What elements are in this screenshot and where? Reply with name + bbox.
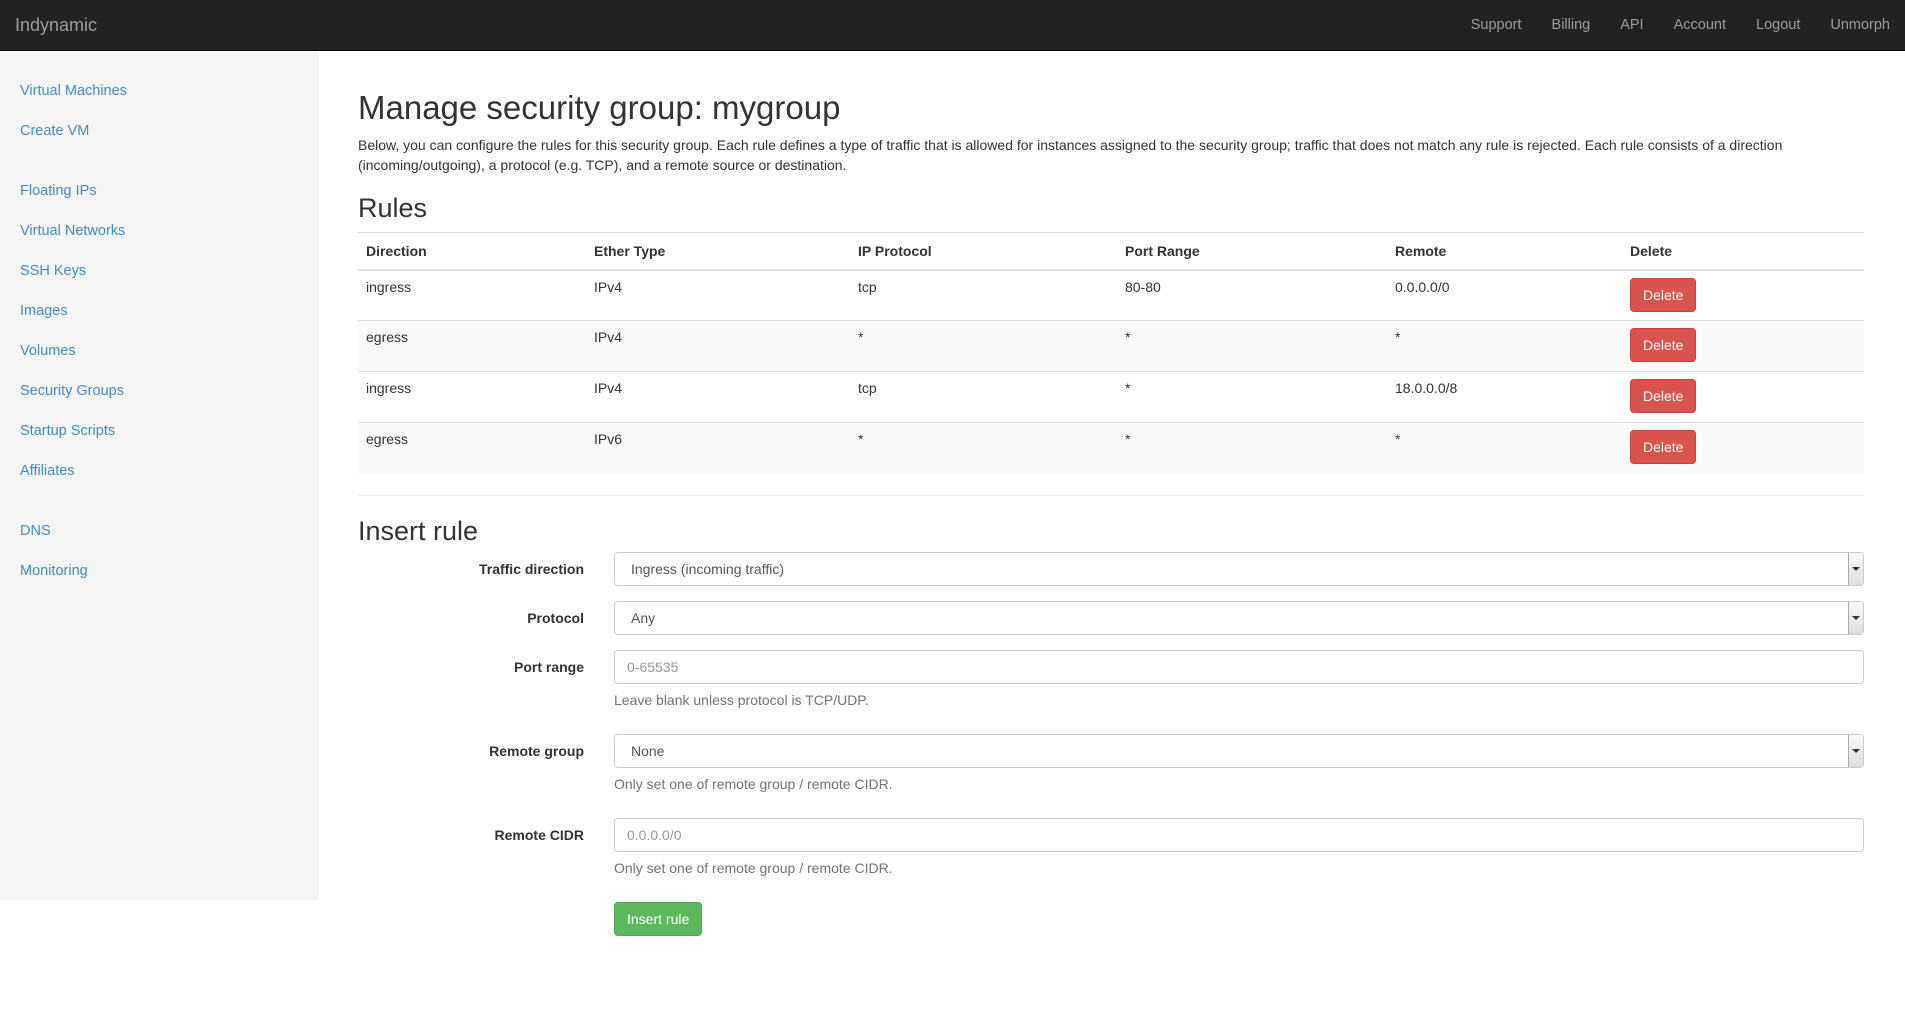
sidebar-item-images[interactable]: Images bbox=[0, 291, 317, 331]
remote-group-value: None bbox=[631, 742, 665, 759]
sidebar-item-virtual-networks[interactable]: Virtual Networks bbox=[0, 211, 317, 251]
nav-api[interactable]: API bbox=[1605, 0, 1658, 50]
cell-remote: * bbox=[1387, 320, 1622, 372]
dropdown-arrow-icon bbox=[1848, 601, 1863, 634]
remote-group-select[interactable]: None bbox=[614, 733, 1864, 768]
cell-direction: egress bbox=[358, 422, 586, 474]
sidebar-item-create-vm[interactable]: Create VM bbox=[0, 111, 317, 151]
insert-rule-button[interactable]: Insert rule bbox=[614, 901, 703, 936]
dropdown-arrow-icon bbox=[1848, 552, 1863, 585]
protocol-label: Protocol bbox=[527, 609, 584, 626]
cell-protocol: tcp bbox=[850, 269, 1117, 321]
traffic-direction-label: Traffic direction bbox=[478, 560, 584, 577]
sidebar-item-virtual-machines[interactable]: Virtual Machines bbox=[0, 71, 317, 111]
table-row: ingress IPv4 tcp 80-80 0.0.0.0/0 Delete bbox=[358, 269, 1864, 321]
remote-cidr-help: Only set one of remote group / remote CI… bbox=[614, 859, 893, 876]
remote-cidr-label: Remote CIDR bbox=[494, 826, 584, 843]
remote-cidr-input[interactable] bbox=[614, 817, 1864, 852]
cell-ether-type: IPv4 bbox=[586, 269, 850, 321]
cell-delete: Delete bbox=[1622, 269, 1864, 321]
cell-protocol: * bbox=[850, 422, 1117, 474]
delete-button[interactable]: Delete bbox=[1630, 277, 1697, 312]
top-navbar: Indynamic Support Billing API Account Lo… bbox=[0, 0, 1905, 51]
col-ip-protocol: IP Protocol bbox=[850, 232, 1117, 271]
nav-billing[interactable]: Billing bbox=[1537, 0, 1606, 50]
sidebar-item-ssh-keys[interactable]: SSH Keys bbox=[0, 251, 317, 291]
cell-port-range: * bbox=[1117, 371, 1387, 423]
cell-remote: 18.0.0.0/8 bbox=[1387, 371, 1622, 423]
table-row: ingress IPv4 tcp * 18.0.0.0/8 Delete bbox=[358, 371, 1864, 423]
nav-unmorph[interactable]: Unmorph bbox=[1815, 0, 1905, 50]
sidebar-item-floating-ips[interactable]: Floating IPs bbox=[0, 171, 317, 211]
table-row: egress IPv6 * * * Delete bbox=[358, 422, 1864, 474]
port-range-input[interactable] bbox=[614, 649, 1864, 684]
remote-group-help: Only set one of remote group / remote CI… bbox=[614, 775, 893, 792]
delete-button[interactable]: Delete bbox=[1630, 430, 1697, 464]
sidebar-group-vms: Virtual Machines Create VM bbox=[0, 71, 317, 151]
remote-group-label: Remote group bbox=[489, 742, 584, 759]
cell-delete: Delete bbox=[1622, 371, 1864, 423]
sidebar: Virtual Machines Create VM Floating IPs … bbox=[0, 51, 318, 900]
dropdown-arrow-icon bbox=[1848, 734, 1863, 767]
sidebar-item-volumes[interactable]: Volumes bbox=[0, 331, 317, 371]
cell-port-range: 80-80 bbox=[1117, 269, 1387, 321]
rules-table: Direction Ether Type IP Protocol Port Ra… bbox=[358, 232, 1864, 474]
table-row: egress IPv4 * * * Delete bbox=[358, 320, 1864, 372]
cell-remote: * bbox=[1387, 422, 1622, 474]
navbar-links: Support Billing API Account Logout Unmor… bbox=[1456, 0, 1905, 50]
sidebar-group-services: DNS Monitoring bbox=[0, 511, 317, 591]
cell-remote: 0.0.0.0/0 bbox=[1387, 269, 1622, 321]
table-header-row: Direction Ether Type IP Protocol Port Ra… bbox=[358, 232, 1864, 271]
cell-port-range: * bbox=[1117, 422, 1387, 474]
page-title: Manage security group: mygroup bbox=[358, 89, 841, 126]
col-remote: Remote bbox=[1387, 232, 1622, 271]
nav-support[interactable]: Support bbox=[1456, 0, 1537, 50]
traffic-direction-select[interactable]: Ingress (incoming traffic) bbox=[614, 551, 1864, 586]
cell-direction: ingress bbox=[358, 269, 586, 321]
cell-direction: ingress bbox=[358, 371, 586, 423]
sidebar-item-startup-scripts[interactable]: Startup Scripts bbox=[0, 411, 317, 451]
protocol-select[interactable]: Any bbox=[614, 600, 1864, 635]
sidebar-item-monitoring[interactable]: Monitoring bbox=[0, 551, 317, 591]
col-direction: Direction bbox=[358, 232, 586, 271]
protocol-value: Any bbox=[631, 609, 656, 626]
brand-link[interactable]: Indynamic bbox=[15, 0, 97, 50]
cell-delete: Delete bbox=[1622, 422, 1864, 474]
delete-button[interactable]: Delete bbox=[1630, 379, 1697, 413]
cell-protocol: * bbox=[850, 320, 1117, 372]
cell-direction: egress bbox=[358, 320, 586, 372]
rules-heading: Rules bbox=[358, 193, 428, 223]
page-intro: Below, you can configure the rules for t… bbox=[358, 137, 1783, 173]
insert-rule-heading: Insert rule bbox=[358, 515, 479, 546]
cell-protocol: tcp bbox=[850, 371, 1117, 423]
cell-ether-type: IPv6 bbox=[586, 422, 850, 474]
port-range-label: Port range bbox=[513, 658, 584, 675]
cell-delete: Delete bbox=[1622, 320, 1864, 372]
cell-ether-type: IPv4 bbox=[586, 320, 850, 372]
col-ether-type: Ether Type bbox=[586, 232, 850, 271]
sidebar-group-resources: Floating IPs Virtual Networks SSH Keys I… bbox=[0, 171, 317, 491]
cell-ether-type: IPv4 bbox=[586, 371, 850, 423]
cell-port-range: * bbox=[1117, 320, 1387, 372]
col-port-range: Port Range bbox=[1117, 232, 1387, 271]
traffic-direction-value: Ingress (incoming traffic) bbox=[631, 560, 785, 577]
sidebar-item-affiliates[interactable]: Affiliates bbox=[0, 451, 317, 491]
section-divider bbox=[358, 494, 1864, 496]
nav-logout[interactable]: Logout bbox=[1741, 0, 1815, 50]
nav-account[interactable]: Account bbox=[1659, 0, 1741, 50]
delete-button[interactable]: Delete bbox=[1630, 328, 1697, 362]
main-content: Manage security group: mygroup Below, yo… bbox=[358, 51, 1864, 972]
insert-rule-form: Traffic direction Ingress (incoming traf… bbox=[358, 551, 1864, 972]
port-range-help: Leave blank unless protocol is TCP/UDP. bbox=[614, 691, 869, 708]
col-delete: Delete bbox=[1622, 232, 1864, 271]
sidebar-item-security-groups[interactable]: Security Groups bbox=[0, 371, 317, 411]
sidebar-item-dns[interactable]: DNS bbox=[0, 511, 317, 551]
